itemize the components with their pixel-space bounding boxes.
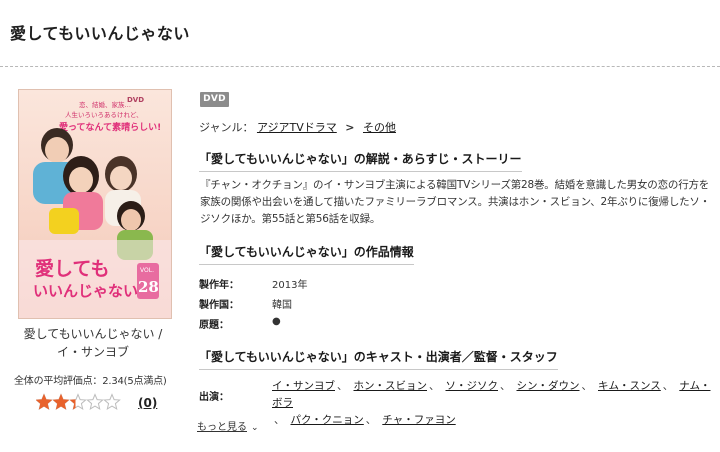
show-more-link[interactable]: もっと見る ⌄ <box>197 418 259 433</box>
page-title: 愛してもいいんじゃない <box>10 24 190 43</box>
synopsis-heading: 「愛してもいいんじゃない」の解説・あらすじ・ストーリー <box>199 150 522 172</box>
cover-image[interactable]: DVD 恋、結婚、家族… 人生いろいろあるけれど、 愛ってなんて素晴らしい! 愛… <box>18 89 172 319</box>
star-rating <box>35 393 126 411</box>
country-value: 韓国 <box>272 300 292 311</box>
cover-logo-1: 愛しても <box>35 258 109 280</box>
original-title-label: 原題： <box>199 320 229 331</box>
show-more-label: もっと見る <box>197 422 247 433</box>
star-empty-icon <box>103 393 121 411</box>
year-value: 2013年 <box>272 280 308 291</box>
cast-link[interactable]: イ・サンヨブ <box>272 380 335 392</box>
info-heading: 「愛してもいいんじゃない」の作品情報 <box>199 243 414 265</box>
cast-link[interactable]: ホン・スビョン <box>354 380 428 392</box>
cast-link[interactable]: シン・ダウン <box>517 380 580 392</box>
title-divider <box>0 66 720 67</box>
cover-logo-2: いいんじゃない <box>33 282 138 300</box>
star-empty-icon <box>86 393 104 411</box>
synopsis-text: 『チャン・オクチョン』のイ・サンヨブ主演による韓国TVシリーズ第28巻。結婚を意… <box>200 179 711 225</box>
cover-tagline-2: 人生いろいろあるけれど、 <box>65 110 143 119</box>
cast-heading: 「愛してもいいんじゃない」のキャスト・出演者／監督・スタッフ <box>199 348 558 370</box>
star-filled-icon <box>36 393 52 410</box>
country-label: 製作国： <box>199 300 239 311</box>
cover-vol-label: VOL. <box>140 267 154 274</box>
review-count-link[interactable]: (0) <box>138 396 157 410</box>
cast-link[interactable]: チャ・ファヨン <box>382 414 455 426</box>
genre-breadcrumb: ジャンル： アジアTVドラマ > その他 <box>199 119 396 135</box>
genre-link-asian-tv-drama[interactable]: アジアTVドラマ <box>257 121 337 134</box>
cast-label: 出演： <box>199 392 229 403</box>
cast-list: イ・サンヨブ、ホン・スビョン、ソ・ジソク、シン・ダウン、キム・スンス、ナム・ボラ… <box>272 380 711 426</box>
star-filled-icon <box>53 393 69 410</box>
genre-separator: > <box>345 121 355 134</box>
year-label: 製作年： <box>199 280 239 291</box>
cover-vol-number: 28 <box>138 278 159 296</box>
original-title-value: ● <box>272 316 281 327</box>
format-badge: DVD <box>200 92 229 107</box>
cover-art: DVD 恋、結婚、家族… 人生いろいろあるけれど、 愛ってなんて素晴らしい! 愛… <box>19 90 171 318</box>
cover-tagline-1: 恋、結婚、家族… <box>79 100 131 109</box>
cast-link[interactable]: キム・スンス <box>598 380 661 392</box>
rating-summary: 全体の平均評価点：2.34(5点満点) <box>14 376 167 387</box>
cast-link[interactable]: パク・クニョン <box>291 414 364 426</box>
product-name: 愛してもいいんじゃない / イ・サンヨブ <box>23 327 163 359</box>
cover-tagline-3: 愛ってなんて素晴らしい! <box>59 121 161 133</box>
cast-link[interactable]: ソ・ジソク <box>446 380 499 392</box>
chevron-down-icon: ⌄ <box>251 423 259 433</box>
genre-link-other[interactable]: その他 <box>363 121 396 134</box>
genre-label: ジャンル： <box>199 121 254 134</box>
